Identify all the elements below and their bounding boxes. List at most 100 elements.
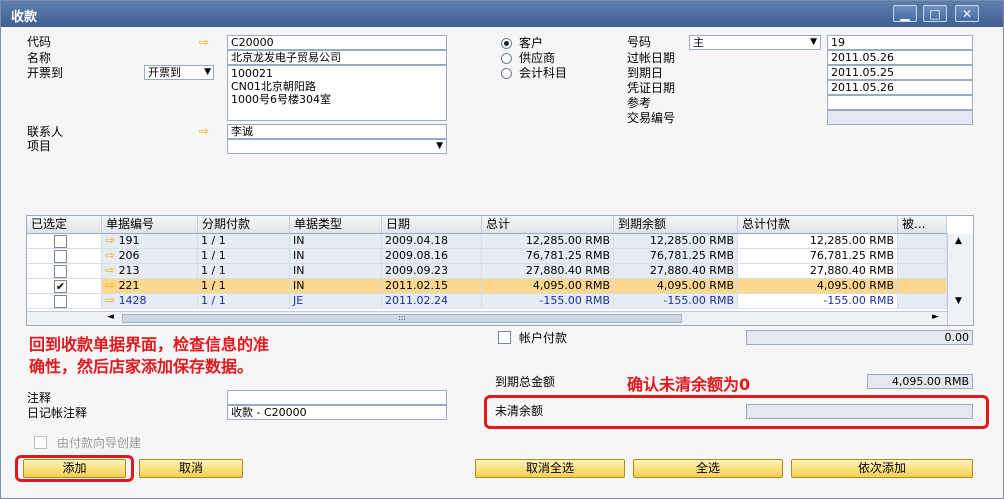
- table-row-selected[interactable]: ✔ ⇨ 221 1 / 1 IN 2011.02.15 4,095.00 RMB…: [27, 279, 947, 294]
- address-field[interactable]: 100021 CN01北京朝阳路 1000号6号楼304室: [227, 65, 447, 121]
- table-row[interactable]: ⇨ 1428 1 / 1 JE 2011.02.24 -155.00 RMB -…: [27, 294, 947, 309]
- project-select[interactable]: ▼: [227, 139, 447, 154]
- link-arrow-icon[interactable]: ⇨: [105, 264, 115, 277]
- installment: 1 / 1: [198, 234, 290, 249]
- total-payment[interactable]: -155.00 RMB: [738, 294, 898, 309]
- table-row[interactable]: ⇨ 191 1 / 1 IN 2009.04.18 12,285.00 RMB …: [27, 234, 947, 249]
- deselect-all-button[interactable]: 取消全选: [475, 459, 625, 478]
- radio-vendor[interactable]: [501, 53, 512, 64]
- total-payment[interactable]: 27,880.40 RMB: [738, 264, 898, 279]
- reference-field[interactable]: [827, 95, 973, 110]
- chevron-down-icon: ▼: [810, 37, 817, 47]
- installment: 1 / 1: [198, 264, 290, 279]
- address-line: 1000号6号楼304室: [231, 93, 331, 106]
- balance-due: 12,285.00 RMB: [614, 234, 738, 249]
- address-line: 100021: [231, 67, 273, 80]
- doc-number: 1428: [118, 294, 147, 307]
- link-arrow-icon[interactable]: ⇨: [105, 279, 115, 292]
- total-payment[interactable]: 12,285.00 RMB: [738, 234, 898, 249]
- column-header[interactable]: 总计: [482, 216, 614, 234]
- checkmark-icon: ✔: [55, 280, 66, 293]
- row-select-checkbox[interactable]: [54, 250, 67, 263]
- series-select-value: 主: [693, 36, 704, 49]
- number-field[interactable]: 19: [827, 35, 973, 50]
- horizontal-scrollbar[interactable]: ◄ ::: ►: [27, 311, 947, 325]
- minimize-button[interactable]: ▁: [893, 5, 917, 22]
- column-header[interactable]: 到期余额: [614, 216, 738, 234]
- column-header[interactable]: 单据编号: [102, 216, 198, 234]
- extra-cell: [898, 294, 947, 309]
- cancel-button[interactable]: 取消: [139, 459, 243, 478]
- link-arrow-icon[interactable]: ⇨: [105, 234, 115, 247]
- table-row[interactable]: ⇨ 206 1 / 1 IN 2009.08.16 76,781.25 RMB …: [27, 249, 947, 264]
- series-select[interactable]: 主 ▼: [689, 35, 821, 50]
- doc-number: 206: [118, 249, 140, 262]
- due-total-field: 4,095.00 RMB: [867, 374, 973, 389]
- total: 4,095.00 RMB: [482, 279, 614, 294]
- title-bar[interactable]: 收款 ▁ □ ✕: [1, 1, 1003, 27]
- annotation-confirm-balance: 确认未清余额为0: [627, 375, 751, 394]
- doc-number: 191: [118, 234, 140, 247]
- transaction-number-field: [827, 110, 973, 125]
- total: -155.00 RMB: [482, 294, 614, 309]
- document-date-field[interactable]: 2011.05.26: [827, 80, 973, 95]
- column-header[interactable]: 单据类型: [290, 216, 382, 234]
- installment: 1 / 1: [198, 279, 290, 294]
- column-header[interactable]: 分期付款: [198, 216, 290, 234]
- billto-select-value: 开票到: [148, 66, 181, 79]
- billto-select[interactable]: 开票到 ▼: [144, 65, 214, 80]
- radio-gl-account[interactable]: [501, 68, 512, 79]
- doc-type: IN: [290, 279, 382, 294]
- invoice-table: 已选定 单据编号 分期付款 单据类型 日期 总计 到期余额 总计付款 被... …: [26, 215, 974, 326]
- name-field[interactable]: 北京龙发电子贸易公司: [227, 50, 447, 65]
- posting-date-field[interactable]: 2011.05.26: [827, 50, 973, 65]
- vertical-scrollbar[interactable]: ▲ ▼: [947, 234, 973, 325]
- radio-customer[interactable]: [501, 38, 512, 49]
- row-select-checkbox[interactable]: [54, 265, 67, 278]
- column-header[interactable]: 被...: [898, 216, 947, 234]
- scroll-left-icon[interactable]: ◄: [107, 312, 114, 322]
- total: 27,880.40 RMB: [482, 264, 614, 279]
- link-arrow-icon[interactable]: ⇨: [199, 125, 209, 137]
- balance-due: 27,880.40 RMB: [614, 264, 738, 279]
- column-header[interactable]: 总计付款: [738, 216, 898, 234]
- add-in-sequence-button[interactable]: 依次添加: [791, 459, 973, 478]
- installment: 1 / 1: [198, 249, 290, 264]
- doc-type: IN: [290, 249, 382, 264]
- add-button[interactable]: 添加: [23, 459, 126, 478]
- row-select-checkbox[interactable]: [54, 295, 67, 308]
- scroll-thumb[interactable]: :::: [122, 314, 682, 323]
- doc-date: 2011.02.24: [382, 294, 482, 309]
- row-select-checkbox[interactable]: ✔: [54, 280, 67, 293]
- column-header[interactable]: 日期: [382, 216, 482, 234]
- account-payment-checkbox[interactable]: [498, 331, 511, 344]
- total-payment[interactable]: 4,095.00 RMB: [738, 279, 898, 294]
- extra-cell: [898, 234, 947, 249]
- chevron-down-icon: ▼: [204, 67, 211, 77]
- doc-date: 2009.09.23: [382, 264, 482, 279]
- contact-field[interactable]: 李诚: [227, 124, 447, 139]
- balance-due: 4,095.00 RMB: [614, 279, 738, 294]
- code-field[interactable]: C20000: [227, 35, 447, 50]
- journal-remarks-field[interactable]: 收款 - C20000: [227, 405, 447, 420]
- scroll-down-icon[interactable]: ▼: [955, 296, 962, 306]
- address-line: CN01北京朝阳路: [231, 80, 316, 93]
- column-header[interactable]: 已选定: [27, 216, 102, 234]
- scroll-right-icon[interactable]: ►: [932, 312, 939, 322]
- select-all-button[interactable]: 全选: [633, 459, 783, 478]
- link-arrow-icon[interactable]: ⇨: [105, 294, 115, 307]
- total-payment[interactable]: 76,781.25 RMB: [738, 249, 898, 264]
- close-button[interactable]: ✕: [955, 5, 979, 22]
- maximize-button[interactable]: □: [923, 5, 947, 22]
- link-arrow-icon[interactable]: ⇨: [105, 249, 115, 262]
- table-row[interactable]: ⇨ 213 1 / 1 IN 2009.09.23 27,880.40 RMB …: [27, 264, 947, 279]
- row-select-checkbox[interactable]: [54, 235, 67, 248]
- billto-label: 开票到: [27, 66, 64, 80]
- link-arrow-icon[interactable]: ⇨: [199, 36, 209, 48]
- due-date-field[interactable]: 2011.05.25: [827, 65, 973, 80]
- scroll-up-icon[interactable]: ▲: [955, 236, 962, 246]
- account-payment-field: 0.00: [746, 330, 973, 345]
- remarks-field[interactable]: [227, 390, 447, 405]
- project-label: 项目: [27, 139, 52, 153]
- open-balance-field: [746, 404, 973, 419]
